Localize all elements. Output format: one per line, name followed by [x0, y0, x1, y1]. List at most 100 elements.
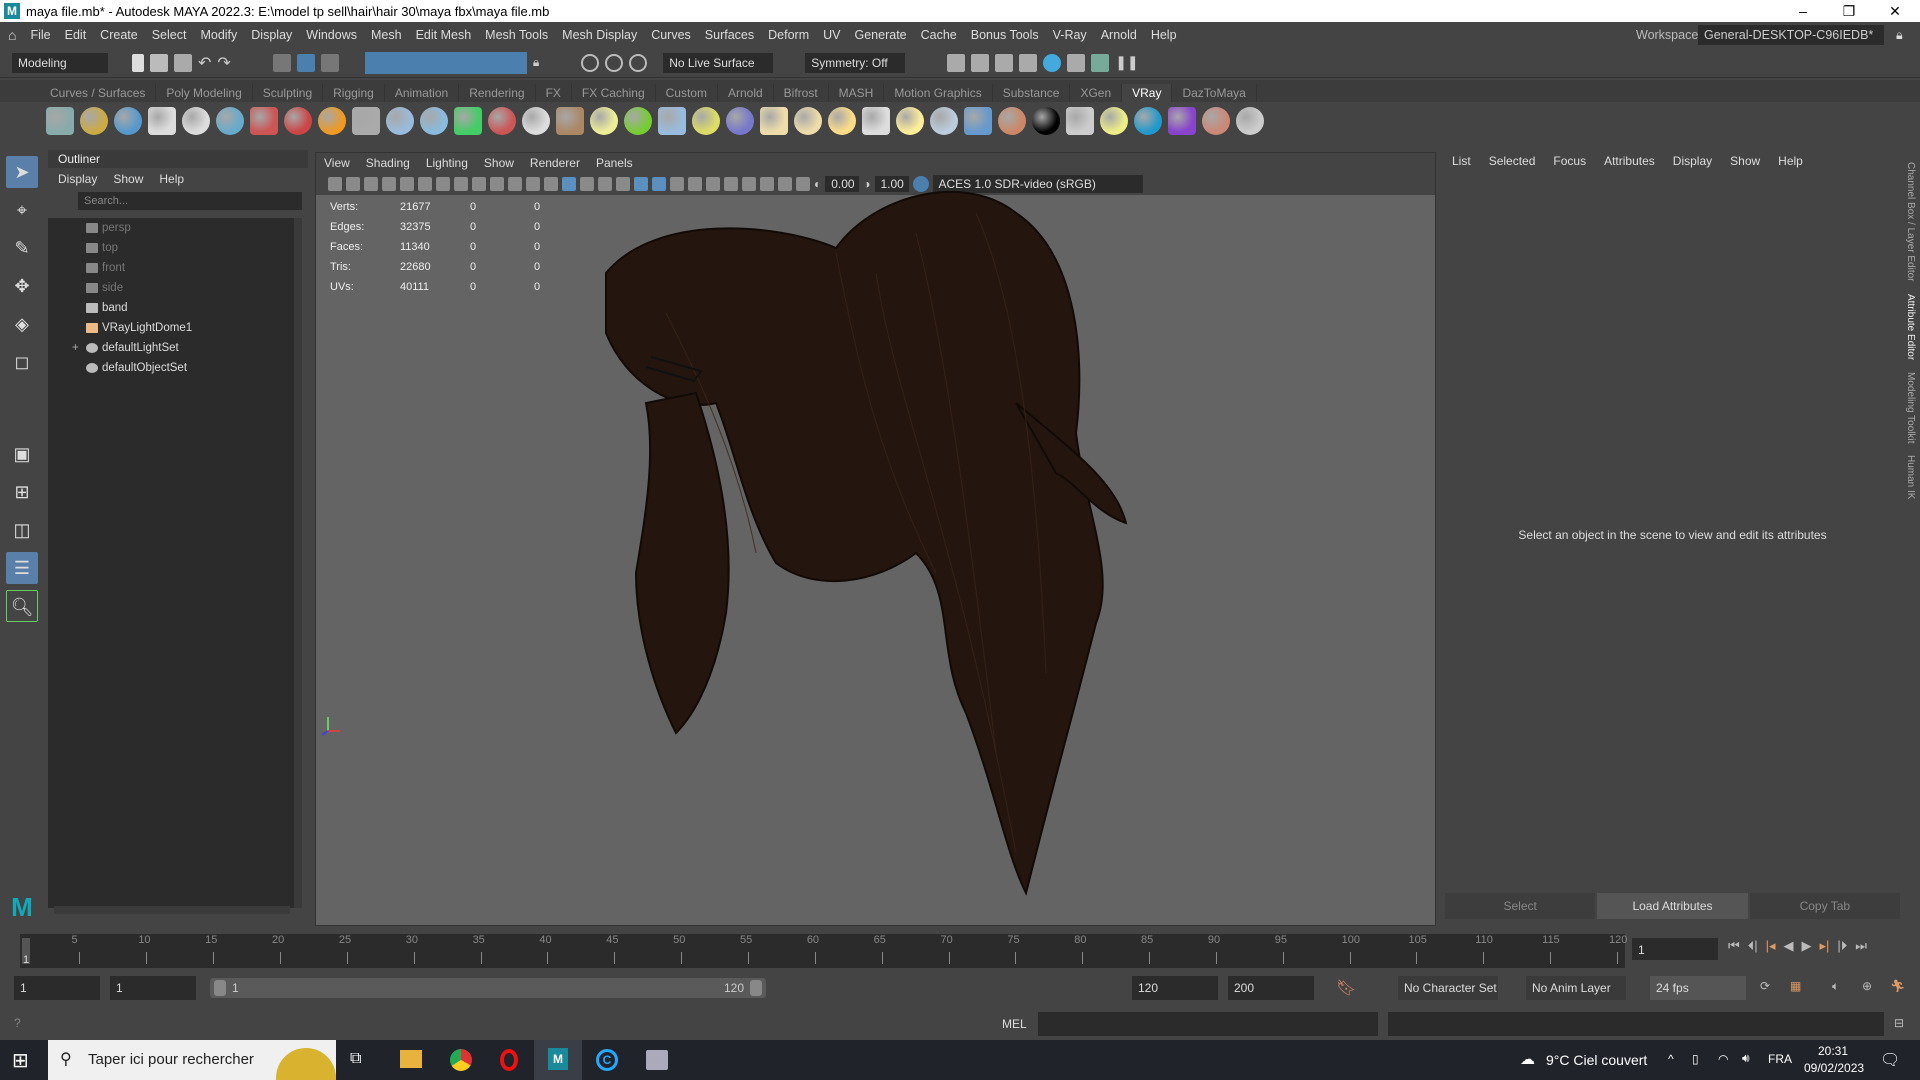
load-attributes-button[interactable]: Load Attributes — [1597, 893, 1748, 919]
globe-icon[interactable] — [726, 107, 754, 135]
undo-icon[interactable]: ↶ — [198, 53, 211, 73]
shelf-tab-animation[interactable]: Animation — [385, 84, 460, 102]
tab-attribute-editor[interactable]: Attribute Editor — [1905, 294, 1916, 360]
attr-menu-help[interactable]: Help — [1778, 154, 1803, 168]
lock-icon[interactable]: 🔒︎ — [1896, 28, 1903, 43]
task-view-icon[interactable]: ⧉ — [350, 1050, 361, 1068]
tab-human-ik[interactable]: Human IK — [1905, 455, 1916, 499]
script-editor-icon[interactable]: ⊟ — [1894, 1016, 1904, 1030]
shelf-tab-bifrost[interactable]: Bifrost — [774, 84, 829, 102]
maximize-button[interactable]: ❐ — [1826, 0, 1872, 22]
snap-view-icon[interactable] — [447, 54, 465, 72]
shelf-tab-poly-modeling[interactable]: Poly Modeling — [156, 84, 253, 102]
tab-modeling-toolkit[interactable]: Modeling Toolkit — [1905, 372, 1916, 444]
select-tool-icon[interactable]: ➤ — [6, 156, 38, 188]
shelf-tab-mash[interactable]: MASH — [829, 84, 885, 102]
clock-date[interactable]: 09/02/2023 — [1804, 1061, 1864, 1075]
outliner-item-side[interactable]: side — [48, 278, 298, 298]
live-surface-field[interactable]: No Live Surface — [663, 52, 774, 73]
monitor-app-icon[interactable] — [646, 1050, 668, 1070]
attr-menu-show[interactable]: Show — [1730, 154, 1760, 168]
viewport-panel[interactable]: View Shading Lighting Show Renderer Pane… — [315, 152, 1436, 926]
select-component-icon[interactable] — [320, 53, 339, 72]
pause-icon[interactable]: ❚❚ — [1115, 54, 1138, 71]
shelf-tab-sculpting[interactable]: Sculpting — [253, 84, 324, 102]
current-frame-field[interactable]: 1 — [1632, 938, 1718, 960]
grass-icon[interactable] — [624, 107, 652, 135]
tray-chevron-icon[interactable]: ^ — [1668, 1052, 1674, 1066]
shelf-tab-rigging[interactable]: Rigging — [323, 84, 385, 102]
menu-arnold[interactable]: Arnold — [1101, 28, 1137, 42]
attr-menu-attributes[interactable]: Attributes — [1604, 154, 1655, 168]
two-view-layout-icon[interactable]: ◫ — [6, 514, 38, 546]
cone-icon[interactable] — [420, 107, 448, 135]
select-object-icon[interactable] — [296, 53, 315, 72]
layer-icon[interactable] — [80, 107, 108, 135]
loop-icon[interactable]: ⟳ — [1760, 979, 1770, 993]
search-icon[interactable]: 🔍︎ — [6, 590, 38, 622]
range-slider[interactable]: 1 120 — [210, 978, 766, 998]
curve-icon[interactable] — [692, 107, 720, 135]
range-start-handle[interactable] — [214, 980, 226, 996]
character-icon[interactable]: 🏃︎ — [1890, 979, 1905, 993]
snap-point-icon[interactable] — [407, 54, 425, 72]
step-back-key-icon[interactable]: ⏴| — [1748, 938, 1758, 954]
select-button[interactable]: Select — [1445, 893, 1596, 919]
mel-command-input[interactable] — [1038, 1012, 1378, 1036]
play-forward-icon[interactable]: ▶ — [1802, 938, 1812, 954]
lasso-tool-icon[interactable]: ⌖ — [6, 194, 38, 226]
shelf-tab-substance[interactable]: Substance — [993, 84, 1071, 102]
shelf-tab-xgen[interactable]: XGen — [1070, 84, 1123, 102]
shelf-tab-daztomaya[interactable]: DazToMaya — [1172, 84, 1257, 102]
outliner-item-defaultlightset[interactable]: + defaultLightSet — [48, 338, 298, 358]
menu-mesh-display[interactable]: Mesh Display — [562, 28, 637, 42]
palette-icon[interactable] — [1168, 107, 1196, 135]
plugin-icon[interactable] — [148, 107, 176, 135]
shelf-tab-fx[interactable]: FX — [536, 84, 572, 102]
spheres-icon[interactable] — [284, 107, 312, 135]
paint-select-icon[interactable]: ✎ — [6, 232, 38, 264]
menu-mesh-tools[interactable]: Mesh Tools — [485, 28, 548, 42]
snap-live-icon[interactable] — [467, 54, 485, 72]
workspace-dropdown[interactable]: General-DESKTOP-C96IEDB* — [1698, 25, 1884, 45]
maya-taskbar-button[interactable]: M — [534, 1040, 582, 1080]
outliner-menu-display[interactable]: Display — [58, 172, 97, 186]
save-settings-icon[interactable] — [46, 107, 74, 135]
render-settings-icon[interactable] — [114, 107, 142, 135]
sphere-light-icon[interactable] — [386, 107, 414, 135]
expand-icon[interactable]: + — [72, 338, 79, 358]
tab-channel-box[interactable]: Channel Box / Layer Editor — [1905, 162, 1916, 282]
playback-end-field[interactable]: 120 — [1132, 976, 1218, 1000]
menu-surfaces[interactable]: Surfaces — [705, 28, 754, 42]
attr-menu-list[interactable]: List — [1452, 154, 1471, 168]
gradient-icon[interactable] — [454, 107, 482, 135]
menu-edit-mesh[interactable]: Edit Mesh — [416, 28, 472, 42]
play-backward-icon[interactable]: ◀ — [1784, 938, 1794, 954]
scale-tool-icon[interactable]: ◻ — [6, 346, 38, 378]
light-editor-icon[interactable] — [1091, 53, 1110, 72]
time-slider[interactable]: 1 5 10 15 20 25 30 35 40 45 50 55 60 65 70 75 80 85 90 95 1… — [20, 934, 1627, 968]
checker-icon[interactable] — [1032, 107, 1060, 135]
redo-icon[interactable]: ↷ — [217, 53, 230, 73]
mesh-light-icon[interactable] — [352, 107, 380, 135]
shelf-tab-custom[interactable]: Custom — [656, 84, 718, 102]
shelf-tab-rendering[interactable]: Rendering — [459, 84, 536, 102]
menuset-dropdown[interactable]: Modeling — [12, 52, 108, 73]
dome-icon[interactable] — [760, 107, 788, 135]
menu-deform[interactable]: Deform — [768, 28, 809, 42]
snap-curve-icon[interactable] — [387, 54, 405, 72]
render-settings-icon[interactable] — [1019, 53, 1038, 72]
hair-model[interactable] — [316, 153, 1437, 927]
output-ops-icon[interactable] — [629, 53, 648, 72]
symmetry-dropdown[interactable]: Symmetry: Off — [805, 52, 906, 73]
step-forward-icon[interactable]: |⏵ — [1837, 938, 1847, 954]
spot-light-icon[interactable] — [794, 107, 822, 135]
language-indicator[interactable]: FRA — [1768, 1052, 1792, 1066]
ipr-render-icon[interactable] — [995, 53, 1014, 72]
notification-icon[interactable]: 🗨︎ — [1880, 1050, 1900, 1070]
cache-playback-icon[interactable]: ▦ — [1790, 979, 1801, 993]
outliner-item-vraylightdome1[interactable]: VRayLightDome1 — [48, 318, 298, 338]
new-scene-icon[interactable] — [132, 53, 144, 72]
minimize-button[interactable]: – — [1780, 0, 1826, 22]
select-hierarchy-icon[interactable] — [272, 53, 291, 72]
